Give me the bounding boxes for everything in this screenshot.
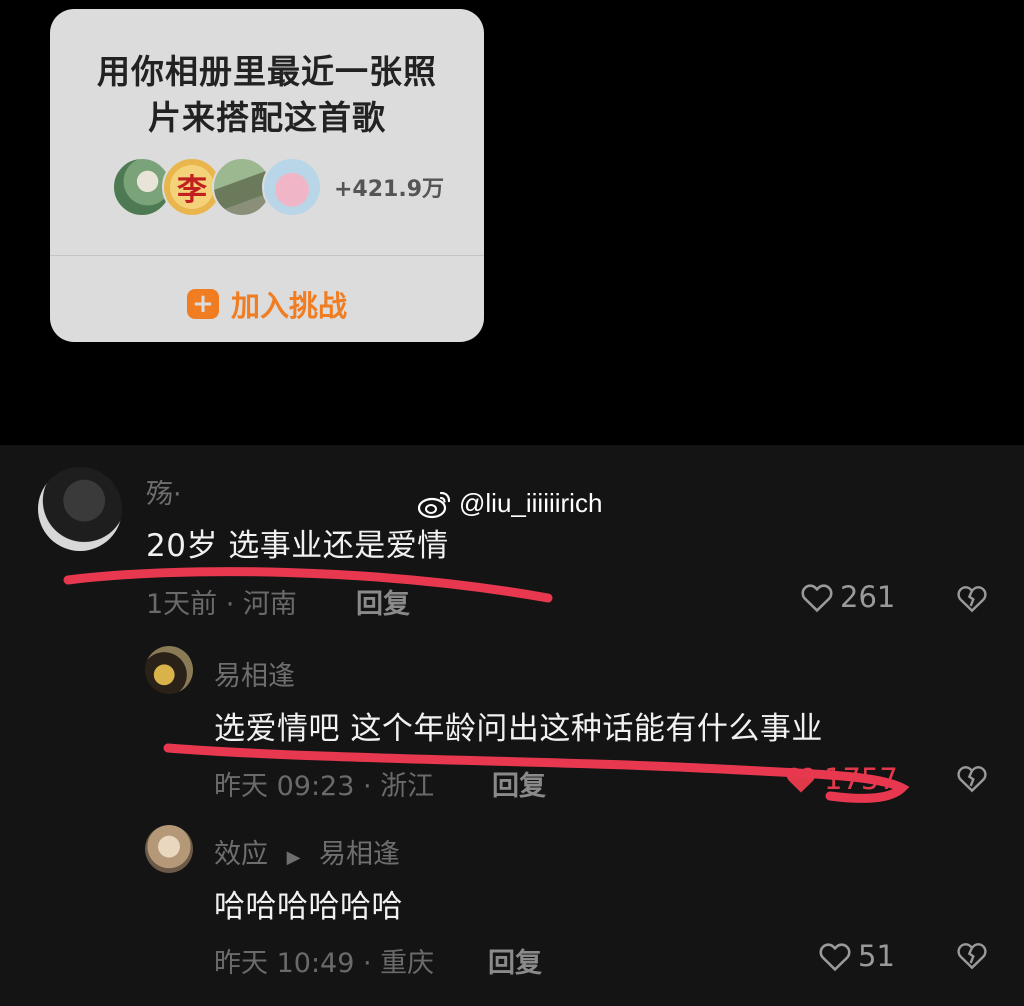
comment-meta: 1天前 · 河南 xyxy=(146,589,297,620)
reply-button[interactable]: 回复 xyxy=(356,582,410,621)
heart-icon xyxy=(819,943,851,972)
avatar-char: 李 xyxy=(177,173,207,208)
challenge-title-line1: 用你相册里最近一张照 xyxy=(97,52,437,91)
participant-avatar xyxy=(262,157,322,217)
divider xyxy=(50,255,484,256)
reply-button[interactable]: 回复 xyxy=(488,941,542,980)
avatar[interactable] xyxy=(145,646,193,694)
participant-avatars: 李 +421.9万 xyxy=(112,157,444,217)
join-challenge-button[interactable]: + 加入挑战 xyxy=(50,281,484,327)
like-button[interactable]: 1757 xyxy=(784,762,898,796)
comment-meta: 昨天 10:49 · 重庆 xyxy=(214,948,435,979)
participant-count: +421.9万 xyxy=(334,177,445,202)
comment-author[interactable]: 易相逢 xyxy=(214,654,295,693)
comment-meta: 昨天 09:23 · 浙江 xyxy=(214,771,435,802)
dislike-icon[interactable] xyxy=(956,582,988,614)
watermark: @liu_iiiiiirich xyxy=(417,488,602,519)
dislike-icon[interactable] xyxy=(956,939,988,971)
watermark-text: @liu_iiiiiirich xyxy=(459,488,603,518)
comment-author[interactable]: 殇· xyxy=(146,472,182,511)
like-button[interactable]: 51 xyxy=(818,939,895,973)
reply-arrow-icon: ▶ xyxy=(286,847,301,868)
challenge-title-line2: 片来搭配这首歌 xyxy=(148,98,386,137)
reply-to-name: 易相逢 xyxy=(319,839,401,870)
weibo-icon xyxy=(417,491,451,518)
like-count: 51 xyxy=(858,939,895,973)
comment-author-name: 效应 xyxy=(214,839,268,870)
avatar[interactable] xyxy=(145,825,193,873)
comment-text: 选爱情吧 这个年龄问出这种话能有什么事业 xyxy=(214,711,823,747)
dislike-icon[interactable] xyxy=(956,762,988,794)
like-count: 1757 xyxy=(824,762,898,796)
like-button[interactable]: 261 xyxy=(800,580,895,614)
heart-filled-icon xyxy=(786,767,816,793)
challenge-card: 用你相册里最近一张照 片来搭配这首歌 李 +421.9万 + 加入挑战 xyxy=(50,9,484,342)
avatar[interactable] xyxy=(38,467,122,551)
challenge-title: 用你相册里最近一张照 片来搭配这首歌 xyxy=(80,49,454,141)
comment-author[interactable]: 效应 ▶ 易相逢 xyxy=(214,832,400,871)
like-count: 261 xyxy=(840,580,896,614)
reply-button[interactable]: 回复 xyxy=(492,764,546,803)
join-challenge-label: 加入挑战 xyxy=(230,289,347,323)
plus-icon: + xyxy=(186,289,219,319)
comment-text: 哈哈哈哈哈哈 xyxy=(214,889,403,925)
comment-text: 20岁 选事业还是爱情 xyxy=(146,528,449,564)
heart-icon xyxy=(801,584,833,613)
